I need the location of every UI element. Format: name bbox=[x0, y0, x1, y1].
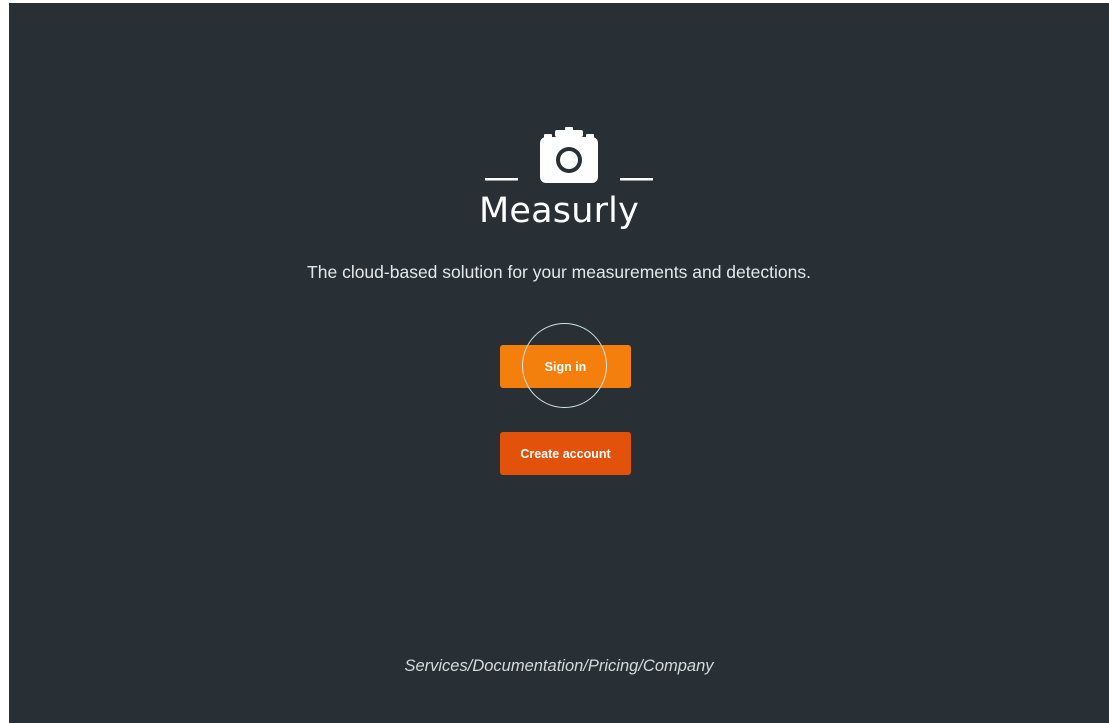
camera-icon bbox=[485, 127, 653, 183]
footer-link-company[interactable]: Company bbox=[643, 657, 714, 675]
create-account-button[interactable]: Create account bbox=[500, 432, 631, 475]
footer-nav: Services/Documentation/Pricing/Company bbox=[9, 654, 1109, 678]
sign-in-button[interactable]: Sign in bbox=[500, 345, 631, 388]
tagline: The cloud-based solution for your measur… bbox=[307, 262, 811, 282]
footer-link-pricing[interactable]: Pricing bbox=[588, 657, 638, 675]
brand-name: Measurly bbox=[478, 191, 640, 231]
footer-link-documentation[interactable]: Documentation bbox=[472, 657, 583, 675]
footer-link-services[interactable]: Services bbox=[404, 657, 467, 675]
landing-screen: Measurly The cloud-based solution for yo… bbox=[9, 3, 1109, 723]
